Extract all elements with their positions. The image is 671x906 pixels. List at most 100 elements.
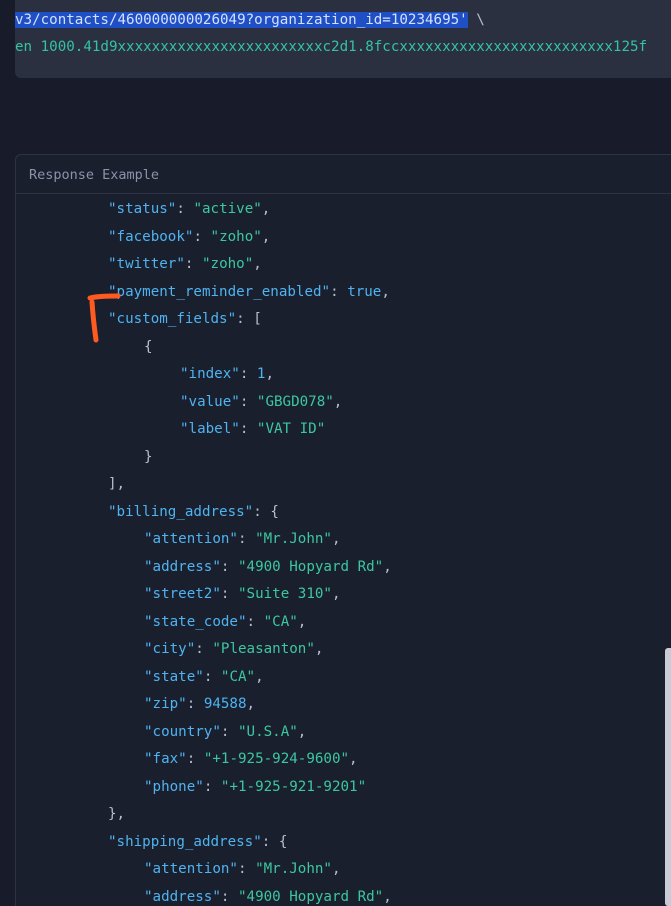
json-colon: : <box>239 393 257 410</box>
json-key: label <box>188 421 232 437</box>
json-punctuation: , <box>265 366 274 382</box>
json-string-value: " <box>357 778 367 795</box>
json-key: address <box>152 888 213 905</box>
json-string-value: " <box>210 228 220 245</box>
response-header: Response Example <box>16 155 671 194</box>
json-punctuation: , <box>331 531 341 547</box>
json-line: "city": "Pleasanton", <box>144 639 323 659</box>
json-key: billing_address <box>116 503 245 520</box>
json-string-value: " <box>325 393 334 410</box>
selected-url-text[interactable]: v3/contacts/460000000026049?organization… <box>15 12 468 28</box>
json-key: " <box>212 586 221 602</box>
json-key: " <box>144 861 153 877</box>
json-line: "billing_address": { <box>108 502 279 522</box>
json-key: " <box>144 723 153 740</box>
json-colon: : <box>220 586 238 602</box>
json-colon: : <box>186 751 204 767</box>
json-string-value: " <box>253 228 262 245</box>
json-punctuation: , <box>246 696 256 712</box>
json-line: "street2": "Suite 310", <box>144 584 341 604</box>
json-colon: : <box>261 833 279 850</box>
json-key: " <box>180 421 189 437</box>
json-key: twitter <box>116 256 177 272</box>
json-key: " <box>229 861 238 877</box>
json-colon: : <box>239 421 257 437</box>
json-line: "state": "CA", <box>144 667 264 687</box>
json-line: "status": "active", <box>108 199 270 219</box>
json-string-value: " <box>323 586 332 602</box>
json-string-value: zoho <box>210 256 245 272</box>
response-title: Response Example <box>29 167 160 183</box>
json-key: " <box>229 531 238 547</box>
json-key: shipping_address <box>116 833 254 850</box>
json-key: state_code <box>152 613 238 630</box>
json-punctuation: , <box>331 586 341 602</box>
json-key: " <box>253 833 262 850</box>
json-key: value <box>188 393 232 410</box>
json-string-value: " <box>323 531 332 547</box>
json-colon: : <box>193 228 211 245</box>
json-key: " <box>108 201 117 217</box>
json-key: " <box>212 723 221 740</box>
json-string-value: " <box>237 558 247 575</box>
json-colon: : <box>220 723 238 740</box>
json-string-value: " <box>193 201 202 217</box>
json-key: " <box>231 366 240 382</box>
json-key: " <box>144 751 153 767</box>
json-string-value: " <box>316 421 326 437</box>
json-key: " <box>144 586 153 602</box>
json-punctuation: { <box>270 503 279 520</box>
json-key: city <box>152 641 187 657</box>
json-string-value: " <box>374 888 384 905</box>
json-string-value: 4900 Hopyard Rd <box>246 888 375 905</box>
json-key: index <box>188 366 232 382</box>
json-string-value: " <box>201 256 211 272</box>
json-colon: : <box>236 311 254 327</box>
json-line: "twitter": "zoho", <box>108 254 262 274</box>
json-key: " <box>144 888 153 905</box>
json-colon: : <box>246 613 264 630</box>
json-line: "attention": "Mr.John", <box>144 859 341 879</box>
json-punctuation: , <box>297 613 307 630</box>
json-punctuation: , <box>253 256 262 272</box>
json-string-value: " <box>289 613 298 630</box>
json-key: country <box>152 723 213 740</box>
json-key: " <box>231 393 240 410</box>
json-punctuation: , <box>333 393 343 410</box>
json-line: } <box>144 447 153 467</box>
json-colon: : <box>176 201 194 217</box>
json-key: " <box>178 696 187 712</box>
json-string-value: " <box>255 861 264 877</box>
request-auth-header-line[interactable]: en 1000.41d9xxxxxxxxxxxxxxxxxxxxxxxxc2d1… <box>15 37 647 57</box>
json-key: " <box>244 503 254 520</box>
page: v3/contacts/460000000026049?organization… <box>0 0 671 906</box>
json-key: status <box>116 201 168 217</box>
json-punctuation: ], <box>108 476 126 492</box>
json-punctuation: }, <box>108 806 126 822</box>
json-punctuation: , <box>314 641 324 657</box>
json-bool-value: true <box>347 283 382 300</box>
scrollbar[interactable] <box>665 648 671 906</box>
json-key: " <box>195 778 204 795</box>
json-punctuation: , <box>297 723 307 740</box>
json-line: "state_code": "CA", <box>144 612 306 632</box>
json-colon: : <box>186 696 204 712</box>
json-key: " <box>231 421 240 437</box>
json-key: " <box>212 888 221 905</box>
json-punctuation: , <box>349 751 358 767</box>
request-code-block[interactable]: v3/contacts/460000000026049?organization… <box>15 0 671 78</box>
json-line: }, <box>108 804 125 824</box>
json-string-value: Mr.John <box>263 861 324 877</box>
json-key: " <box>321 283 331 300</box>
json-colon: : <box>220 558 238 575</box>
json-punctuation: , <box>331 861 341 877</box>
json-string-value: Mr.John <box>263 531 324 547</box>
json-line: "fax": "+1-925-924-9600", <box>144 749 358 769</box>
json-string-value: +1-925-921-9201 <box>229 778 358 795</box>
request-url-line[interactable]: v3/contacts/460000000026049?organization… <box>15 10 485 30</box>
json-string-value: CA <box>229 668 247 685</box>
json-colon: : <box>237 861 256 877</box>
json-string-value: " <box>253 201 262 217</box>
hand-drawn-annotation-mark <box>87 293 121 343</box>
json-punctuation: , <box>261 201 271 217</box>
